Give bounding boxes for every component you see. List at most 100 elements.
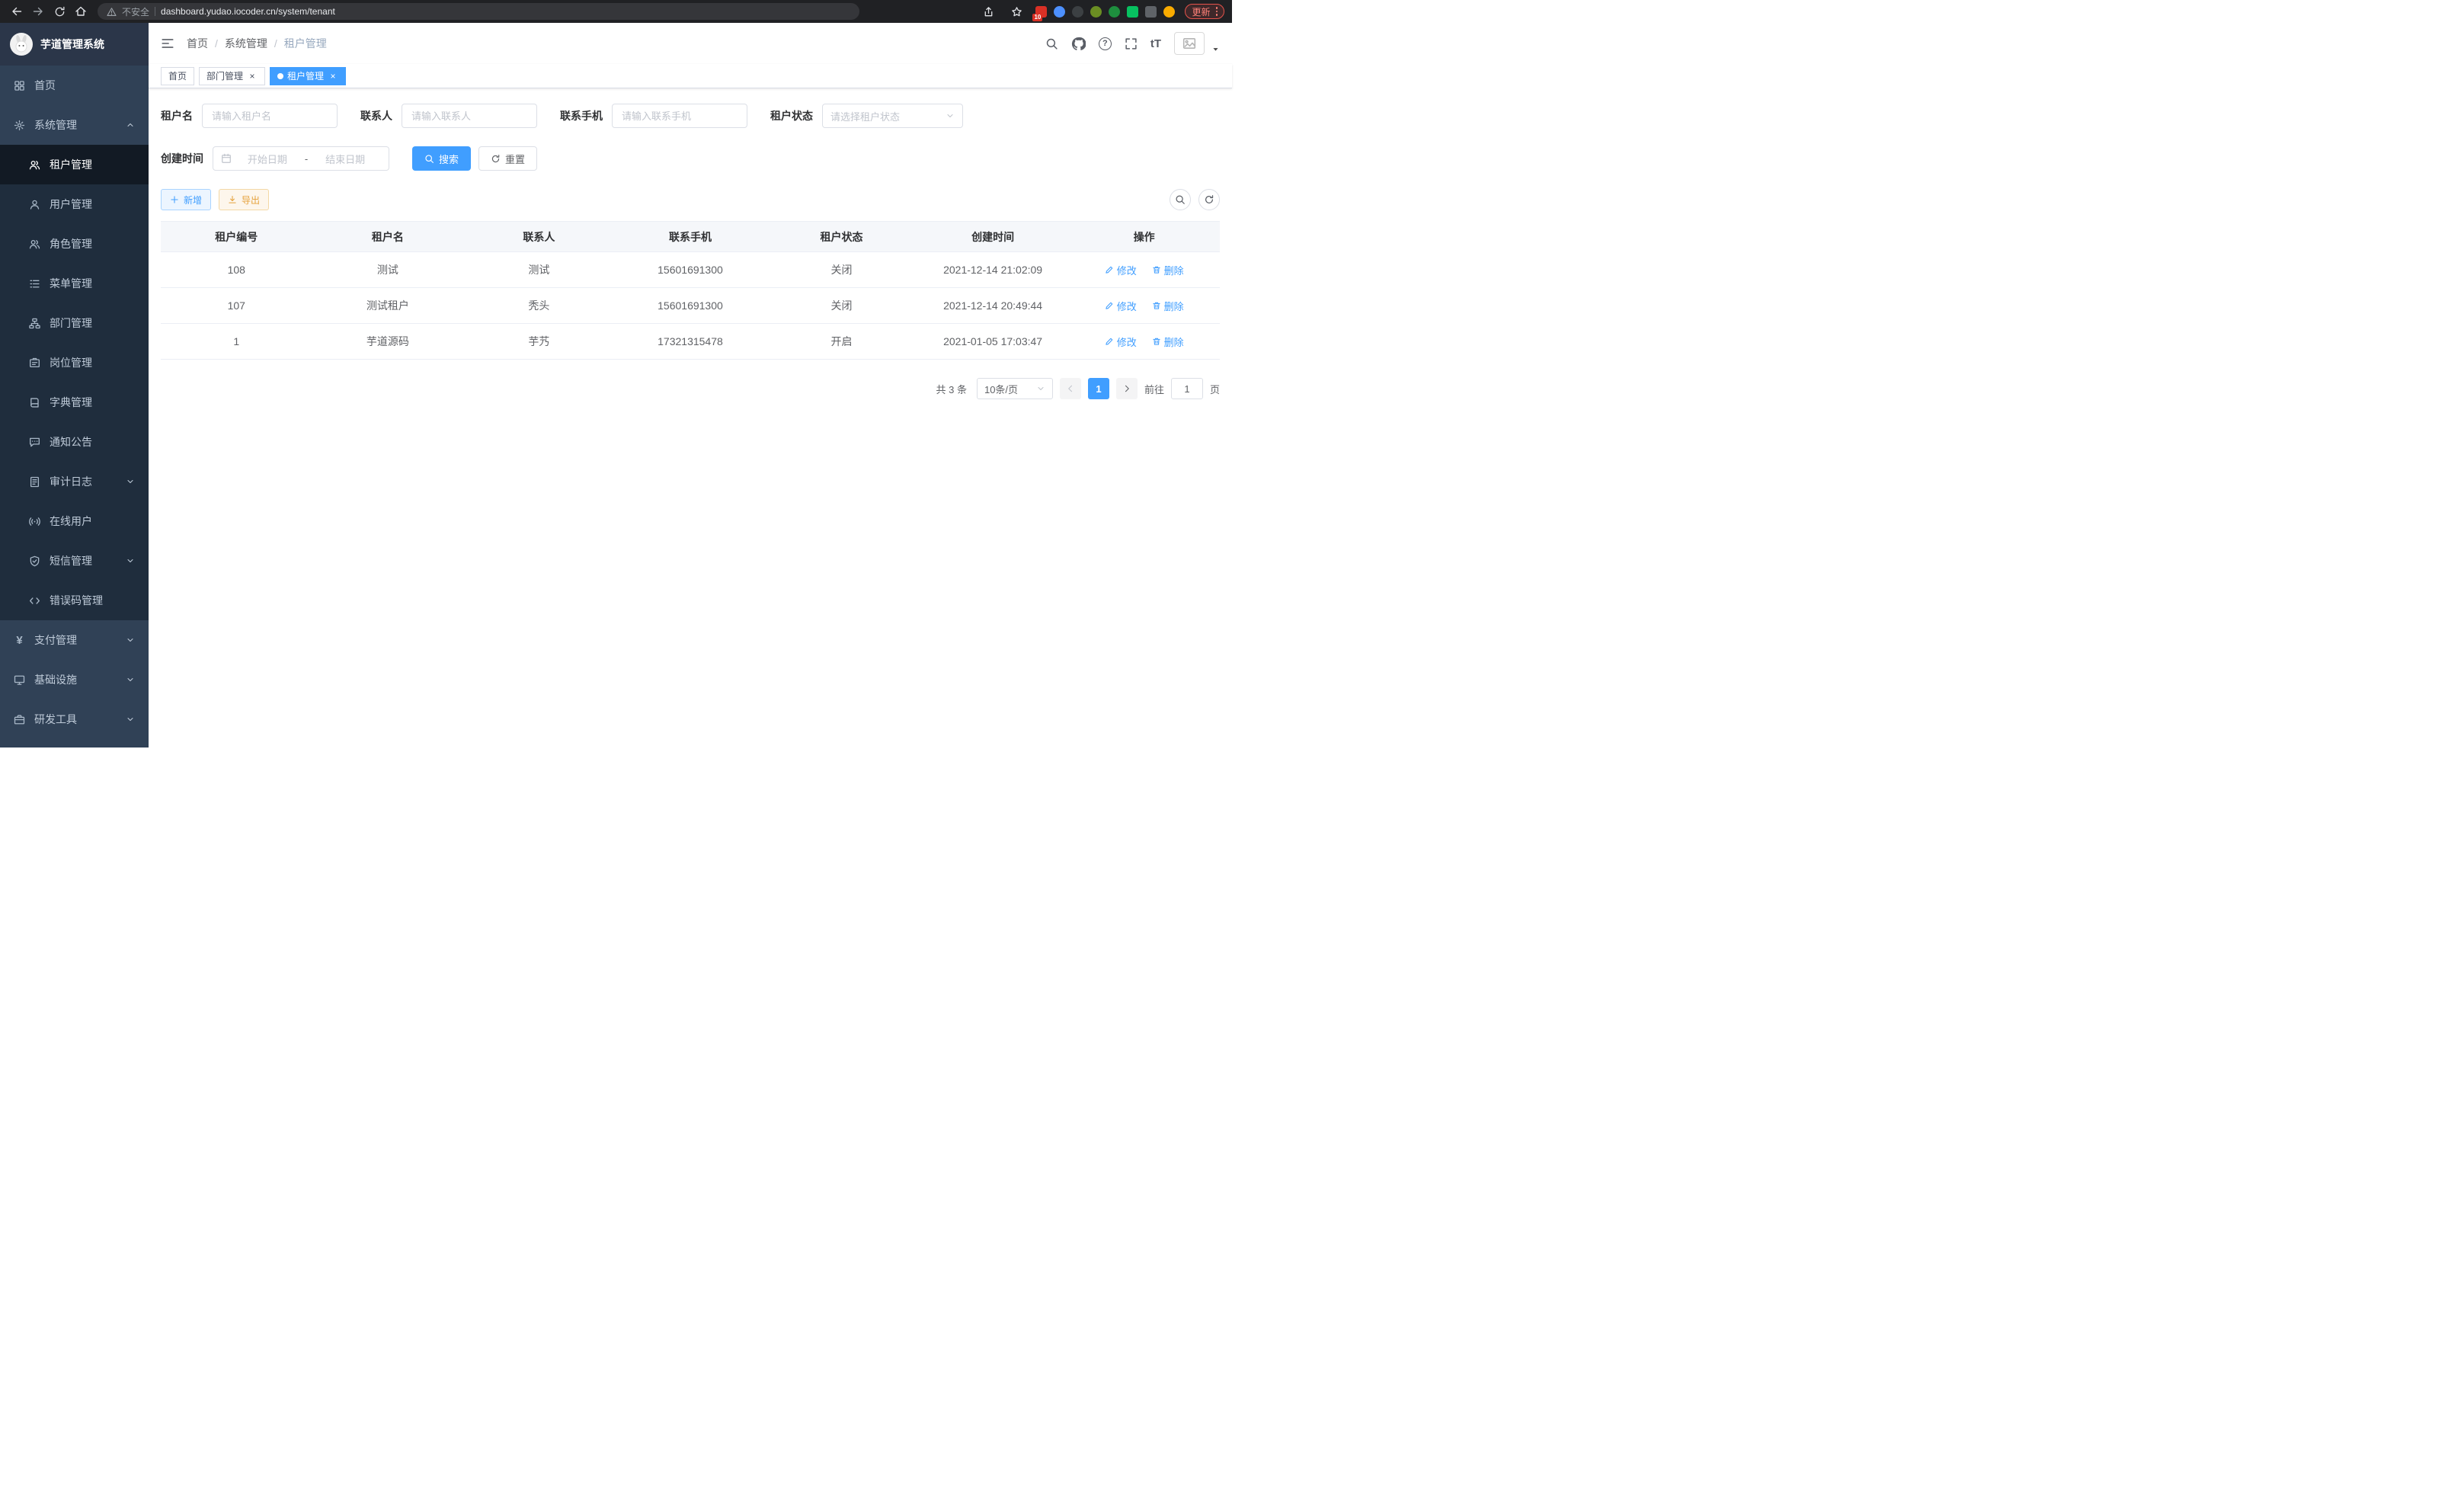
extension-icon[interactable]: 10 [1035,6,1047,18]
browser-home-button[interactable] [72,2,90,21]
sidebar-item-notice[interactable]: 通知公告 [0,422,149,462]
refresh-table-button[interactable] [1198,189,1220,210]
sidebar-item-sms[interactable]: 短信管理 [0,541,149,581]
sidebar-collapse-icon[interactable] [161,37,174,50]
bookmark-star-icon[interactable] [1007,2,1026,21]
extension-icon[interactable] [1127,6,1138,18]
user-icon [29,199,40,210]
edit-icon [1105,337,1114,346]
browser-back-button[interactable] [8,2,26,21]
search-button-label: 搜索 [439,152,459,166]
breadcrumb-system[interactable]: 系统管理 [225,36,267,51]
browser-menu-icon[interactable] [1216,7,1218,16]
sidebar-item-label: 租户管理 [50,157,92,172]
tab-dept[interactable]: 部门管理 × [199,67,265,85]
sidebar-item-menu[interactable]: 菜单管理 [0,264,149,303]
sidebar-item-role[interactable]: 角色管理 [0,224,149,264]
create-time-range-picker[interactable]: 开始日期 - 结束日期 [213,146,389,171]
tab-home[interactable]: 首页 [161,67,194,85]
goto-page-input[interactable] [1171,378,1203,399]
delete-link[interactable]: 删除 [1152,299,1184,313]
profile-avatar-icon[interactable] [1163,6,1175,18]
sidebar-item-dict[interactable]: 字典管理 [0,383,149,422]
sidebar-item-error-code[interactable]: 错误码管理 [0,581,149,620]
sidebar-item-post[interactable]: 岗位管理 [0,343,149,383]
extensions-puzzle-icon[interactable] [1145,6,1157,18]
cell-tenant-id: 1 [161,324,312,360]
sidebar-item-online-user[interactable]: 在线用户 [0,501,149,541]
tab-tenant[interactable]: 租户管理 × [270,67,346,85]
edit-link[interactable]: 修改 [1105,299,1137,313]
app-title: 芋道管理系统 [40,37,104,52]
edit-link[interactable]: 修改 [1105,335,1137,349]
sidebar-item-home[interactable]: 首页 [0,66,149,105]
fullscreen-icon[interactable] [1125,37,1138,50]
table-row: 107 测试租户 秃头 15601691300 关闭 2021-12-14 20… [161,288,1220,324]
sidebar-item-dept[interactable]: 部门管理 [0,303,149,343]
table-toolbar: 新增 导出 [161,189,1220,210]
chevron-down-icon [126,477,135,486]
prev-page-button[interactable] [1060,378,1081,399]
browser-forward-button[interactable] [29,2,47,21]
browser-update-button[interactable]: 更新 [1185,4,1224,19]
sidebar-item-infra[interactable]: 基础设施 [0,660,149,699]
edit-link[interactable]: 修改 [1105,263,1137,277]
delete-link[interactable]: 删除 [1152,263,1184,277]
browser-reload-button[interactable] [50,2,69,21]
reset-button[interactable]: 重置 [478,146,537,171]
next-page-button[interactable] [1116,378,1138,399]
extension-icon[interactable] [1054,6,1065,18]
system-submenu: 租户管理 用户管理 角色管理 菜单管理 部门管理 [0,145,149,620]
page-number-button[interactable]: 1 [1088,378,1109,399]
sidebar-item-tenant[interactable]: 租户管理 [0,145,149,184]
toggle-search-button[interactable] [1170,189,1191,210]
sidebar-item-label: 用户管理 [50,197,92,212]
sidebar-item-label: 通知公告 [50,434,92,450]
sidebar-item-user[interactable]: 用户管理 [0,184,149,224]
cell-phone: 15601691300 [615,252,766,288]
search-button[interactable]: 搜索 [412,146,471,171]
font-size-icon[interactable]: tT [1150,37,1161,50]
add-button[interactable]: 新增 [161,189,211,210]
audit-log-icon [29,476,40,488]
create-time-field: 创建时间 开始日期 - 结束日期 [161,146,389,171]
close-icon[interactable]: × [247,71,258,82]
search-icon[interactable] [1045,37,1058,50]
chevron-down-icon [1036,384,1045,393]
sidebar-item-label: 在线用户 [50,514,92,529]
sidebar-item-audit-log[interactable]: 审计日志 [0,462,149,501]
extension-icon[interactable] [1072,6,1083,18]
browser-address-bar[interactable]: 不安全 dashboard.yudao.iocoder.cn/system/te… [98,3,859,20]
phone-input[interactable] [612,104,747,128]
help-icon[interactable]: ? [1099,37,1112,50]
tenant-name-input[interactable] [202,104,338,128]
status-placeholder: 请选择租户状态 [830,109,946,123]
tenant-status-select[interactable]: 请选择租户状态 [822,104,963,128]
filter-row-1: 租户名 联系人 联系手机 租户状态 请选择租户状态 [161,104,1220,128]
sidebar-item-system[interactable]: 系统管理 [0,105,149,145]
share-icon[interactable] [979,2,997,21]
sidebar-item-label: 审计日志 [50,474,92,489]
sidebar-item-dev-tools[interactable]: 研发工具 [0,699,149,739]
github-icon[interactable] [1071,37,1086,51]
export-button[interactable]: 导出 [219,189,269,210]
breadcrumb-home[interactable]: 首页 [187,36,208,51]
caret-down-icon[interactable] [1211,45,1220,53]
sidebar-item-pay[interactable]: ¥ 支付管理 [0,620,149,660]
security-label: 不安全 [122,5,149,18]
tenant-icon [29,159,40,171]
close-icon[interactable]: × [328,71,338,82]
extension-icon[interactable] [1090,6,1102,18]
breadcrumb-separator: / [274,37,277,50]
yen-icon: ¥ [14,635,25,646]
page-size-select[interactable]: 10条/页 [977,378,1053,399]
delete-link[interactable]: 删除 [1152,335,1184,349]
extension-icon[interactable] [1109,6,1120,18]
column-header: 联系手机 [615,222,766,252]
chevron-right-icon [1122,384,1131,393]
column-header: 租户名 [312,222,464,252]
contact-input[interactable] [402,104,537,128]
phone-field: 联系手机 [560,104,747,128]
avatar[interactable] [1174,32,1205,55]
active-tab-dot [277,73,283,79]
